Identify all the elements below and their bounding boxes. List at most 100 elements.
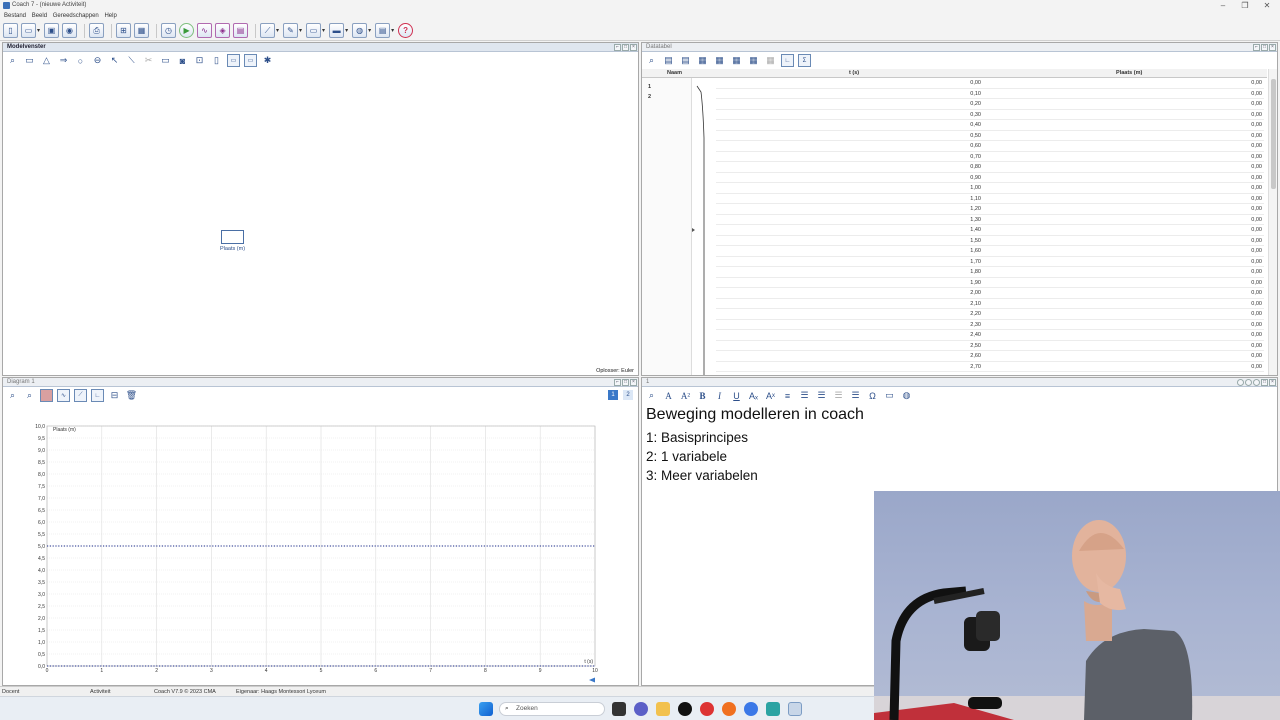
- table-row[interactable]: 2,50 0,00: [716, 341, 1264, 351]
- time-cell[interactable]: 2,70: [970, 364, 981, 370]
- chevron-down-icon[interactable]: ▾: [299, 27, 302, 34]
- list-icon[interactable]: ☰: [798, 389, 811, 402]
- chart-tool-icon[interactable]: ⟋: [260, 23, 276, 38]
- minimize-icon[interactable]: [1245, 379, 1252, 386]
- font-icon[interactable]: A: [662, 389, 675, 402]
- document-icon[interactable]: ▤: [375, 23, 391, 38]
- coach-app-icon[interactable]: [788, 702, 802, 716]
- time-cell[interactable]: 1,70: [970, 259, 981, 265]
- pin-icon[interactable]: [1237, 379, 1244, 386]
- time-cell[interactable]: 1,80: [970, 269, 981, 275]
- pin-icon[interactable]: ⌐: [614, 379, 621, 386]
- auxiliary-icon[interactable]: ○: [74, 54, 87, 67]
- menu-bestand[interactable]: Bestand: [4, 11, 26, 21]
- app-icon[interactable]: [678, 702, 692, 716]
- font-size-icon[interactable]: A²: [679, 389, 692, 402]
- plaats-cell[interactable]: 0,00: [1251, 238, 1262, 244]
- counter-icon[interactable]: ▤: [233, 23, 249, 38]
- save-icon[interactable]: ▣: [44, 23, 60, 38]
- table-row[interactable]: 1,30 0,00: [716, 215, 1264, 225]
- trash-icon[interactable]: 🗑: [125, 389, 138, 402]
- maximize-icon[interactable]: □: [622, 44, 629, 51]
- constant-icon[interactable]: ⊖: [91, 54, 104, 67]
- chat-icon[interactable]: [634, 702, 648, 716]
- time-cell[interactable]: 0,20: [970, 101, 981, 107]
- close-icon[interactable]: ✕: [1260, 1, 1274, 10]
- time-cell[interactable]: 0,30: [970, 112, 981, 118]
- plaats-cell[interactable]: 0,00: [1251, 154, 1262, 160]
- plaats-cell[interactable]: 0,00: [1251, 133, 1262, 139]
- close-icon[interactable]: ×: [630, 44, 637, 51]
- data-table-scrollbar[interactable]: [1268, 69, 1277, 375]
- numbered-list-icon[interactable]: ☰: [832, 389, 845, 402]
- plaats-cell[interactable]: 0,00: [1251, 185, 1262, 191]
- time-cell[interactable]: 1,20: [970, 206, 981, 212]
- table-columns-icon[interactable]: ▤: [679, 54, 692, 67]
- globe-icon[interactable]: ◍: [352, 23, 368, 38]
- align-left-icon[interactable]: ≡: [781, 389, 794, 402]
- table-row[interactable]: 1,60 0,00: [716, 246, 1264, 257]
- meter-icon[interactable]: ◈: [215, 23, 231, 38]
- connector-icon[interactable]: ⟍: [125, 54, 138, 67]
- close-icon[interactable]: ×: [1269, 44, 1276, 51]
- time-cell[interactable]: 2,40: [970, 332, 981, 338]
- table-row[interactable]: 2,60 0,00: [716, 351, 1264, 362]
- table-row[interactable]: 0,10 0,00: [716, 89, 1264, 99]
- pin-icon[interactable]: ⌐: [1253, 44, 1260, 51]
- time-cell[interactable]: 0,70: [970, 154, 981, 160]
- plaats-cell[interactable]: 0,00: [1251, 364, 1262, 370]
- table-view-icon[interactable]: ▦: [134, 23, 150, 38]
- stock-icon[interactable]: ▭: [23, 54, 36, 67]
- settings-icon[interactable]: [744, 702, 758, 716]
- table-row[interactable]: 0,70 0,00: [716, 152, 1264, 162]
- flow-arrow-icon[interactable]: ⇒: [57, 54, 70, 67]
- sum-icon[interactable]: Σ: [798, 54, 811, 67]
- time-cell[interactable]: 1,10: [970, 196, 981, 202]
- plaats-cell[interactable]: 0,00: [1251, 91, 1262, 97]
- table-row[interactable]: 1,70 0,00: [716, 257, 1264, 267]
- plaats-cell[interactable]: 0,00: [1251, 227, 1262, 233]
- axis-icon[interactable]: ∟: [91, 389, 104, 402]
- time-cell[interactable]: 0,90: [970, 175, 981, 181]
- plaats-cell[interactable]: 0,00: [1251, 353, 1262, 359]
- plaats-cell[interactable]: 0,00: [1251, 269, 1262, 275]
- table-row[interactable]: 2,30 0,00: [716, 320, 1264, 330]
- time-cell[interactable]: 2,60: [970, 353, 981, 359]
- plaats-cell[interactable]: 0,00: [1251, 322, 1262, 328]
- calculator-icon[interactable]: [766, 702, 780, 716]
- table-row[interactable]: 0,90 0,00: [716, 173, 1264, 183]
- new-activity-icon[interactable]: ▯: [3, 23, 18, 38]
- time-cell[interactable]: 0,80: [970, 164, 981, 170]
- italic-icon[interactable]: I: [713, 389, 726, 402]
- close-icon[interactable]: ×: [1269, 379, 1276, 386]
- star-icon[interactable]: ✱: [261, 54, 274, 67]
- plaats-cell[interactable]: 0,00: [1251, 143, 1262, 149]
- globe-icon[interactable]: ◍: [900, 389, 913, 402]
- plaats-cell[interactable]: 0,00: [1251, 196, 1262, 202]
- close-icon[interactable]: ×: [630, 379, 637, 386]
- time-cell[interactable]: 0,40: [970, 122, 981, 128]
- time-cell[interactable]: 2,00: [970, 290, 981, 296]
- maximize-icon[interactable]: □: [1261, 379, 1268, 386]
- plaats-cell[interactable]: 0,00: [1251, 122, 1262, 128]
- chevron-down-icon[interactable]: ▾: [345, 27, 348, 34]
- time-cell[interactable]: 2,50: [970, 343, 981, 349]
- table-row[interactable]: 2,20 0,00: [716, 309, 1264, 320]
- scale-icon[interactable]: ⟋: [74, 389, 87, 402]
- time-cell[interactable]: 0,60: [970, 143, 981, 149]
- restore-icon[interactable]: [1253, 379, 1260, 386]
- plaats-cell[interactable]: 0,00: [1251, 112, 1262, 118]
- time-cell[interactable]: 2,20: [970, 311, 981, 317]
- table-icon[interactable]: ▤: [662, 54, 675, 67]
- screen-tool-icon[interactable]: ▬: [329, 23, 345, 38]
- plaats-cell[interactable]: 0,00: [1251, 343, 1262, 349]
- scissors-icon[interactable]: ✂: [142, 54, 155, 67]
- maximize-icon[interactable]: □: [622, 379, 629, 386]
- time-cell[interactable]: 0,10: [970, 91, 981, 97]
- graph-icon[interactable]: ∿: [197, 23, 213, 38]
- table-row[interactable]: 1,00 0,00: [716, 183, 1264, 194]
- time-cell[interactable]: 1,00: [970, 185, 981, 191]
- image-icon[interactable]: ▭: [883, 389, 896, 402]
- table-row[interactable]: 0,30 0,00: [716, 110, 1264, 120]
- underline-icon[interactable]: U: [730, 389, 743, 402]
